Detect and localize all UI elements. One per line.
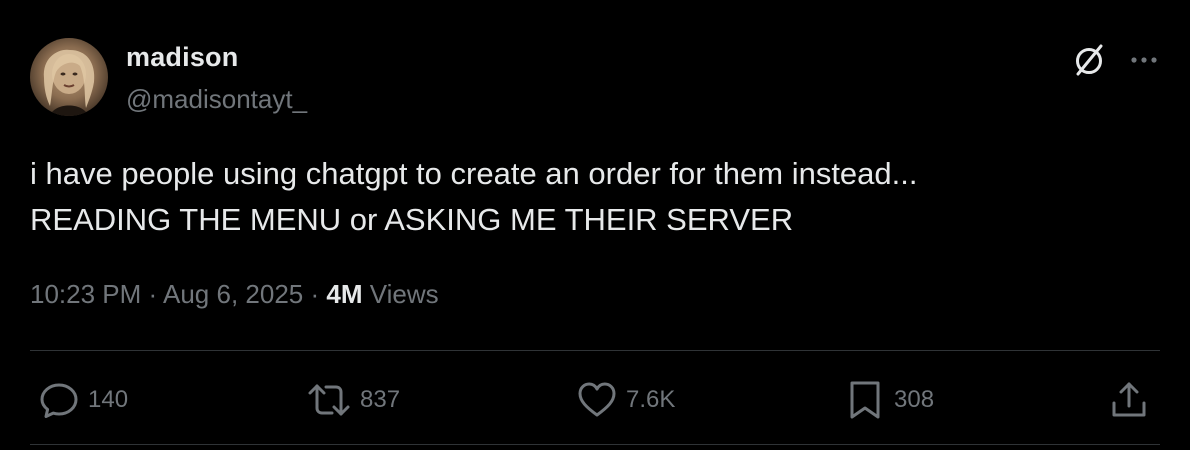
reply-icon bbox=[40, 383, 78, 418]
like-button[interactable]: 7.6K bbox=[576, 378, 675, 422]
divider bbox=[30, 350, 1160, 351]
tweet-card: madison @madisontayt_ i have people usin… bbox=[0, 0, 1190, 450]
meta-separator: · bbox=[310, 279, 320, 309]
avatar-image bbox=[43, 49, 95, 116]
tweet-date[interactable]: Aug 6, 2025 bbox=[163, 279, 303, 309]
reply-button[interactable]: 140 bbox=[38, 378, 128, 422]
bookmark-icon bbox=[850, 381, 880, 419]
views-count[interactable]: 4M bbox=[326, 279, 362, 309]
tweet-text: i have people using chatgpt to create an… bbox=[30, 151, 1150, 243]
bookmark-button[interactable]: 308 bbox=[844, 378, 934, 422]
more-icon[interactable] bbox=[1124, 40, 1164, 80]
retweet-button[interactable]: 837 bbox=[306, 378, 400, 422]
retweet-icon bbox=[308, 384, 350, 416]
tweet-time[interactable]: 10:23 PM bbox=[30, 279, 141, 309]
author-handle[interactable]: @madisontayt_ bbox=[126, 84, 307, 115]
retweet-count: 837 bbox=[360, 386, 401, 413]
tweet-text-line: READING THE MENU or ASKING ME THEIR SERV… bbox=[30, 202, 794, 237]
reply-count: 140 bbox=[88, 386, 129, 413]
views-label: Views bbox=[369, 279, 439, 309]
tweet-meta: 10:23 PM · Aug 6, 2025 · 4M Views bbox=[30, 279, 439, 310]
share-button[interactable] bbox=[1108, 378, 1150, 422]
divider bbox=[30, 444, 1160, 445]
bookmark-count: 308 bbox=[894, 386, 935, 413]
tweet-text-line: i have people using chatgpt to create an… bbox=[30, 156, 918, 191]
like-count: 7.6K bbox=[626, 386, 676, 413]
avatar[interactable] bbox=[30, 38, 108, 116]
meta-separator: · bbox=[148, 279, 158, 309]
grok-icon[interactable] bbox=[1070, 40, 1110, 80]
share-icon bbox=[1112, 382, 1146, 417]
heart-icon bbox=[578, 382, 616, 417]
author-name[interactable]: madison bbox=[126, 42, 238, 73]
